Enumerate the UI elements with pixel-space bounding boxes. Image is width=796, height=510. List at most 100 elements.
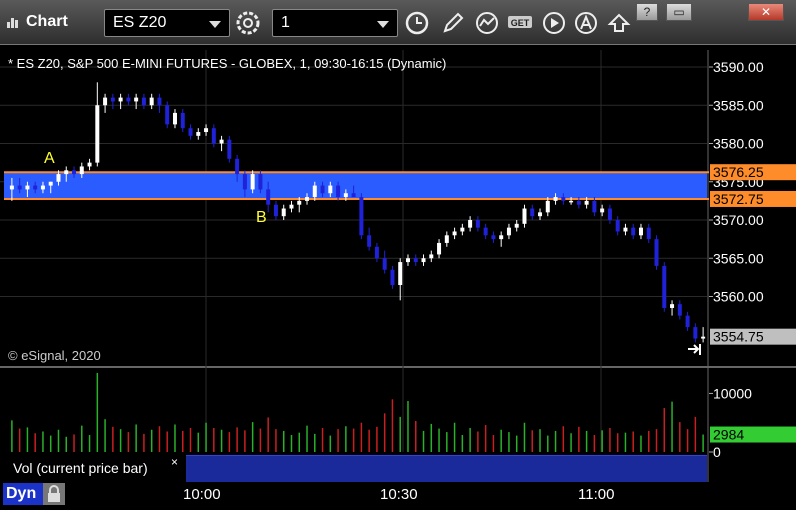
annotation-b: B — [256, 209, 267, 226]
candle-body — [522, 208, 527, 224]
candle-body — [475, 220, 480, 228]
candle-body — [499, 235, 504, 240]
candle-body — [141, 97, 146, 106]
candle-body — [538, 212, 543, 217]
candle-body — [56, 174, 61, 182]
get-icon[interactable]: GET — [507, 10, 533, 36]
a-icon[interactable] — [573, 10, 599, 36]
candle-body — [289, 204, 294, 209]
candle-body — [343, 193, 348, 198]
symbol-combo[interactable]: ES Z20 — [104, 9, 230, 37]
price-chart[interactable]: AB3590.003585.003580.003575.003570.00356… — [0, 50, 796, 510]
candle-body — [149, 97, 154, 106]
candle-body — [514, 223, 519, 228]
volume-study-label-text: Vol (current price bar) — [13, 460, 148, 476]
close-icon[interactable]: × — [171, 455, 178, 469]
volume-study-label[interactable]: Vol (current price bar) — [5, 455, 185, 481]
candle-body — [468, 220, 473, 228]
lock-icon[interactable] — [43, 483, 65, 505]
candle-body — [180, 112, 185, 129]
candle-body — [9, 185, 14, 190]
annotation-a: A — [44, 150, 55, 167]
price-tick-label: 3565.00 — [713, 250, 764, 266]
candle-body — [584, 200, 589, 205]
candle-body — [421, 258, 426, 263]
symbol-combo-value: ES Z20 — [113, 14, 167, 31]
play-icon[interactable] — [541, 10, 567, 36]
pencil-icon[interactable] — [440, 10, 466, 36]
candle-body — [79, 166, 84, 175]
candle-body — [250, 174, 255, 190]
candle-body — [48, 181, 53, 186]
interval-combo[interactable]: 1 — [272, 9, 398, 37]
candle-body — [305, 197, 310, 201]
candle-body — [561, 197, 566, 201]
last-price-label: 3554.75 — [713, 329, 764, 345]
price-tick-label: 3570.00 — [713, 212, 764, 228]
time-label-1100: 11:00 — [578, 486, 615, 503]
candle-body — [670, 304, 675, 308]
candle-body — [95, 105, 100, 163]
candle-body — [172, 112, 177, 125]
candle-body — [165, 105, 170, 125]
candle-body — [72, 170, 77, 175]
candle-body — [429, 254, 434, 259]
help-button[interactable]: ? — [636, 3, 658, 21]
candle-body — [134, 97, 139, 102]
candle-body — [242, 174, 247, 190]
candle-body — [576, 200, 581, 205]
close-button[interactable]: ✕ — [748, 3, 784, 21]
candle-body — [126, 97, 131, 102]
candle-body — [677, 304, 682, 316]
candle-body — [413, 258, 418, 263]
candle-body — [701, 336, 706, 339]
price-tick-label: 3590.00 — [713, 59, 764, 75]
candle-body — [312, 185, 317, 198]
candle-body — [87, 162, 92, 167]
candle-body — [607, 208, 612, 220]
candle-body — [483, 227, 488, 236]
candle-body — [320, 185, 325, 194]
candle-body — [266, 189, 271, 205]
candle-body — [600, 208, 605, 213]
candle-body — [553, 197, 558, 201]
gear-icon[interactable] — [235, 10, 261, 36]
candle-body — [351, 193, 356, 198]
volume-scroll-strip[interactable] — [186, 455, 707, 482]
candle-body — [491, 235, 496, 240]
maximize-button[interactable]: ▭ — [666, 3, 692, 21]
chart-credit: © eSignal, 2020 — [8, 348, 101, 363]
dynamic-mode-button[interactable]: Dyn — [3, 483, 43, 505]
window-title: Chart — [26, 13, 68, 30]
candle-body — [367, 235, 372, 247]
band-upper-label: 3576.25 — [713, 164, 764, 180]
candle-body — [615, 220, 620, 232]
candle-body — [452, 231, 457, 236]
candle-body — [196, 132, 201, 136]
candle-body — [592, 200, 597, 213]
price-tick-label: 3580.00 — [713, 136, 764, 152]
candle-body — [33, 185, 38, 190]
candle-body — [204, 128, 209, 133]
candle-body — [374, 246, 379, 259]
clock-icon[interactable] — [404, 10, 430, 36]
candle-body — [219, 139, 224, 144]
price-tick-label: 3585.00 — [713, 97, 764, 113]
study-icon[interactable] — [474, 10, 500, 36]
candle-body — [235, 158, 240, 175]
candle-body — [530, 208, 535, 217]
chart-info-line: * ES Z20, S&P 500 E-MINI FUTURES - GLOBE… — [8, 56, 447, 71]
candle-body — [398, 262, 403, 286]
candle-body — [110, 97, 115, 102]
candle-body — [188, 128, 193, 136]
candle-body — [297, 200, 302, 205]
band-lower-label: 3572.75 — [713, 191, 764, 207]
candle-body — [390, 269, 395, 286]
candle-body — [103, 97, 108, 106]
arrow-icon[interactable] — [606, 10, 632, 36]
chevron-down-icon[interactable] — [209, 21, 221, 28]
candle-body — [281, 208, 286, 217]
chevron-down-icon[interactable] — [377, 21, 389, 28]
volume-tick-0: 0 — [713, 444, 721, 460]
candle-body — [623, 227, 628, 232]
